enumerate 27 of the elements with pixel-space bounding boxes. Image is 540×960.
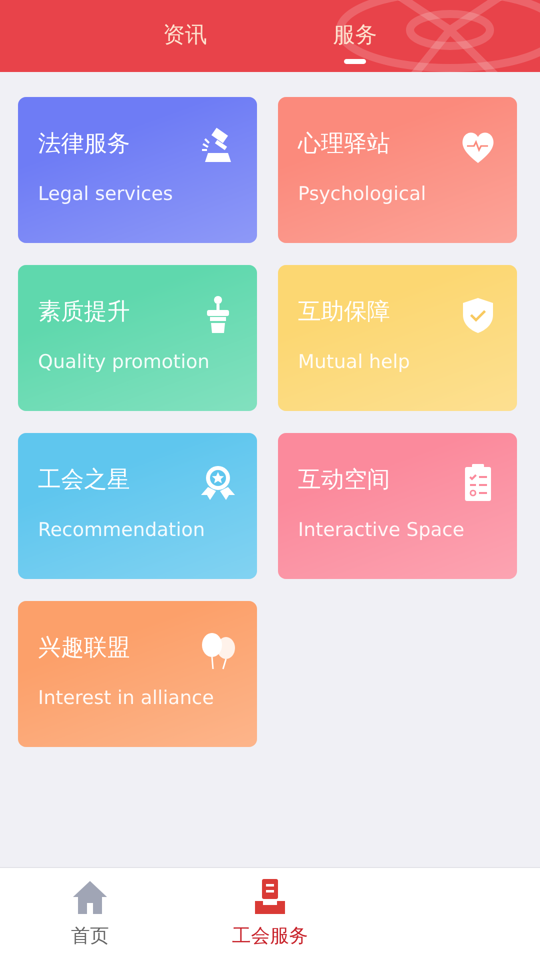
service-card[interactable]: 兴趣联盟 Interest in alliance [18,601,257,747]
card-title: 心理驿站 [298,130,390,159]
nav-tab[interactable]: 首页 [0,868,180,960]
card-subtitle: Recommendation [38,518,205,543]
service-card[interactable]: 互助保障 Mutual help [278,265,517,411]
card-subtitle: Mutual help [298,350,410,375]
balloons-icon [199,631,237,671]
card-subtitle: Quality promotion [38,350,210,375]
card-title: 兴趣联盟 [38,634,130,663]
service-card[interactable]: 素质提升 Quality promotion [18,265,257,411]
service-card[interactable]: 工会之星 Recommendation [18,433,257,579]
card-title: 工会之星 [38,466,130,495]
card-subtitle: Interactive Space [298,518,464,543]
home-icon [71,879,109,915]
service-card[interactable]: 法律服务 Legal services [18,97,257,243]
card-title: 素质提升 [38,298,130,327]
card-subtitle: Legal services [38,182,173,207]
nav-tab[interactable]: 工会服务 [180,868,360,960]
card-subtitle: Psychological [298,182,426,207]
card-title: 互动空间 [298,466,390,495]
service-card[interactable]: 心理驿站 Psychological [278,97,517,243]
card-title: 法律服务 [38,130,130,159]
service-card[interactable]: 互动空间 Interactive Space [278,433,517,579]
card-subtitle: Interest in alliance [38,686,214,711]
card-title: 互助保障 [298,298,390,327]
top-tab[interactable]: 服务 [315,0,395,72]
top-tab[interactable]: 资讯 [145,0,225,72]
